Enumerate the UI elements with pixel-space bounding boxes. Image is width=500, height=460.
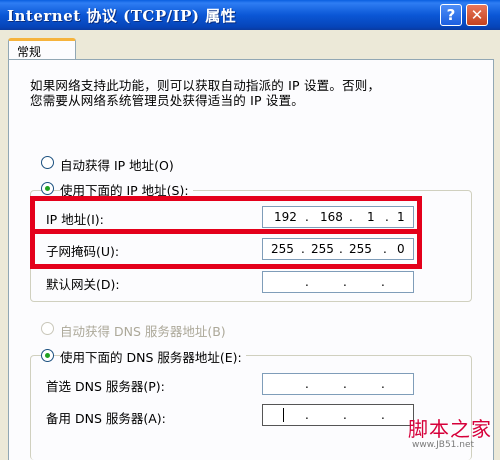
watermark-url: www.JB51.net	[412, 440, 475, 450]
octet-dot: .	[343, 408, 347, 422]
watermark-brand: 脚本之家	[408, 417, 492, 441]
close-button[interactable]: ✕	[466, 4, 488, 26]
highlight-subnet-mask	[30, 229, 422, 269]
label-auto-ip[interactable]: 自动获得 IP 地址(O)	[60, 155, 174, 174]
window-title: Internet 协议 (TCP/IP) 属性	[7, 7, 237, 25]
preferred-dns-input[interactable]: . . .	[262, 373, 414, 395]
question-icon: ?	[446, 6, 456, 24]
default-gateway-input[interactable]: . . .	[262, 271, 414, 293]
octet-dot: .	[381, 377, 385, 391]
radio-auto-ip[interactable]	[41, 156, 54, 169]
text-caret	[283, 408, 284, 422]
octet-dot: .	[381, 408, 385, 422]
alternate-dns-input[interactable]: . . .	[262, 404, 414, 426]
tab-general[interactable]: 常规	[8, 38, 76, 60]
radio-auto-dns[interactable]	[41, 322, 54, 335]
close-icon: ✕	[470, 6, 484, 24]
radio-manual-ip[interactable]	[41, 182, 54, 195]
help-button[interactable]: ?	[440, 4, 462, 26]
label-preferred-dns: 首选 DNS 服务器(P):	[46, 379, 165, 394]
octet-dot: .	[305, 377, 309, 391]
octet-dot: .	[305, 408, 309, 422]
radio-manual-dns[interactable]	[41, 349, 54, 362]
octet-dot: .	[381, 275, 385, 289]
octet-dot: .	[305, 275, 309, 289]
label-auto-dns[interactable]: 自动获得 DNS 服务器地址(B)	[60, 321, 226, 340]
description-line: 您需要从网络系统管理员处获得适当的 IP 设置。	[30, 93, 304, 108]
label-alternate-dns: 备用 DNS 服务器(A):	[46, 411, 166, 426]
description-line: 如果网络支持此功能，则可以获取自动指派的 IP 设置。否则，	[30, 78, 381, 93]
label-default-gateway: 默认网关(D):	[46, 277, 120, 292]
octet-dot: .	[343, 377, 347, 391]
tab-strip: 常规	[0, 30, 500, 60]
title-bar[interactable]: Internet 协议 (TCP/IP) 属性 ? ✕	[0, 0, 500, 30]
octet-dot: .	[343, 275, 347, 289]
description: 如果网络支持此功能，则可以获取自动指派的 IP 设置。否则， 您需要从网络系统管…	[30, 78, 470, 108]
label-manual-dns[interactable]: 使用下面的 DNS 服务器地址(E):	[60, 347, 246, 366]
